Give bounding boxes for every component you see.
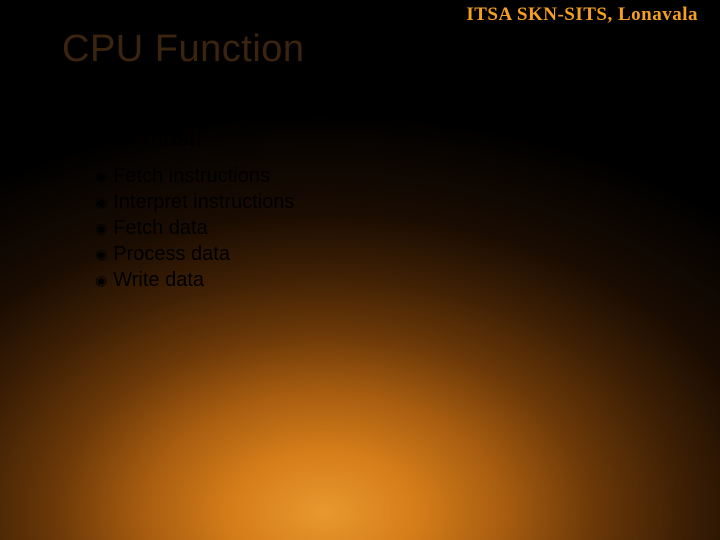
- bullet-level2: ◉ Interpret instructions: [95, 191, 294, 214]
- slide-title: CPU Function: [62, 28, 305, 71]
- slide-content: CPU must: ◉ Fetch instructions ◉ Interpr…: [60, 125, 294, 295]
- bullet-level2-text: Process data: [113, 243, 230, 266]
- bullet-level2: ◉ Process data: [95, 243, 294, 266]
- bullet-level1: CPU must:: [60, 125, 294, 153]
- circle-bullet-icon: ◉: [95, 246, 107, 263]
- bullet-level2-text: Fetch instructions: [113, 165, 270, 188]
- bullet-level2: ◉ Fetch instructions: [95, 165, 294, 188]
- bullet-level1-text: CPU must:: [86, 125, 202, 153]
- bullet-level2: ◉ Fetch data: [95, 217, 294, 240]
- header-org-label: ITSA SKN-SITS, Lonavala: [466, 4, 698, 26]
- bullet-level2: ◉ Write data: [95, 269, 294, 292]
- bullet-level2-text: Interpret instructions: [113, 191, 294, 214]
- bullet-level2-text: Write data: [113, 269, 204, 292]
- circle-bullet-icon: ◉: [95, 168, 107, 185]
- bullet-level2-text: Fetch data: [113, 217, 208, 240]
- circle-bullet-icon: ◉: [95, 272, 107, 289]
- square-bullet-icon: [60, 132, 72, 144]
- circle-bullet-icon: ◉: [95, 220, 107, 237]
- circle-bullet-icon: ◉: [95, 194, 107, 211]
- sub-bullet-list: ◉ Fetch instructions ◉ Interpret instruc…: [95, 165, 294, 292]
